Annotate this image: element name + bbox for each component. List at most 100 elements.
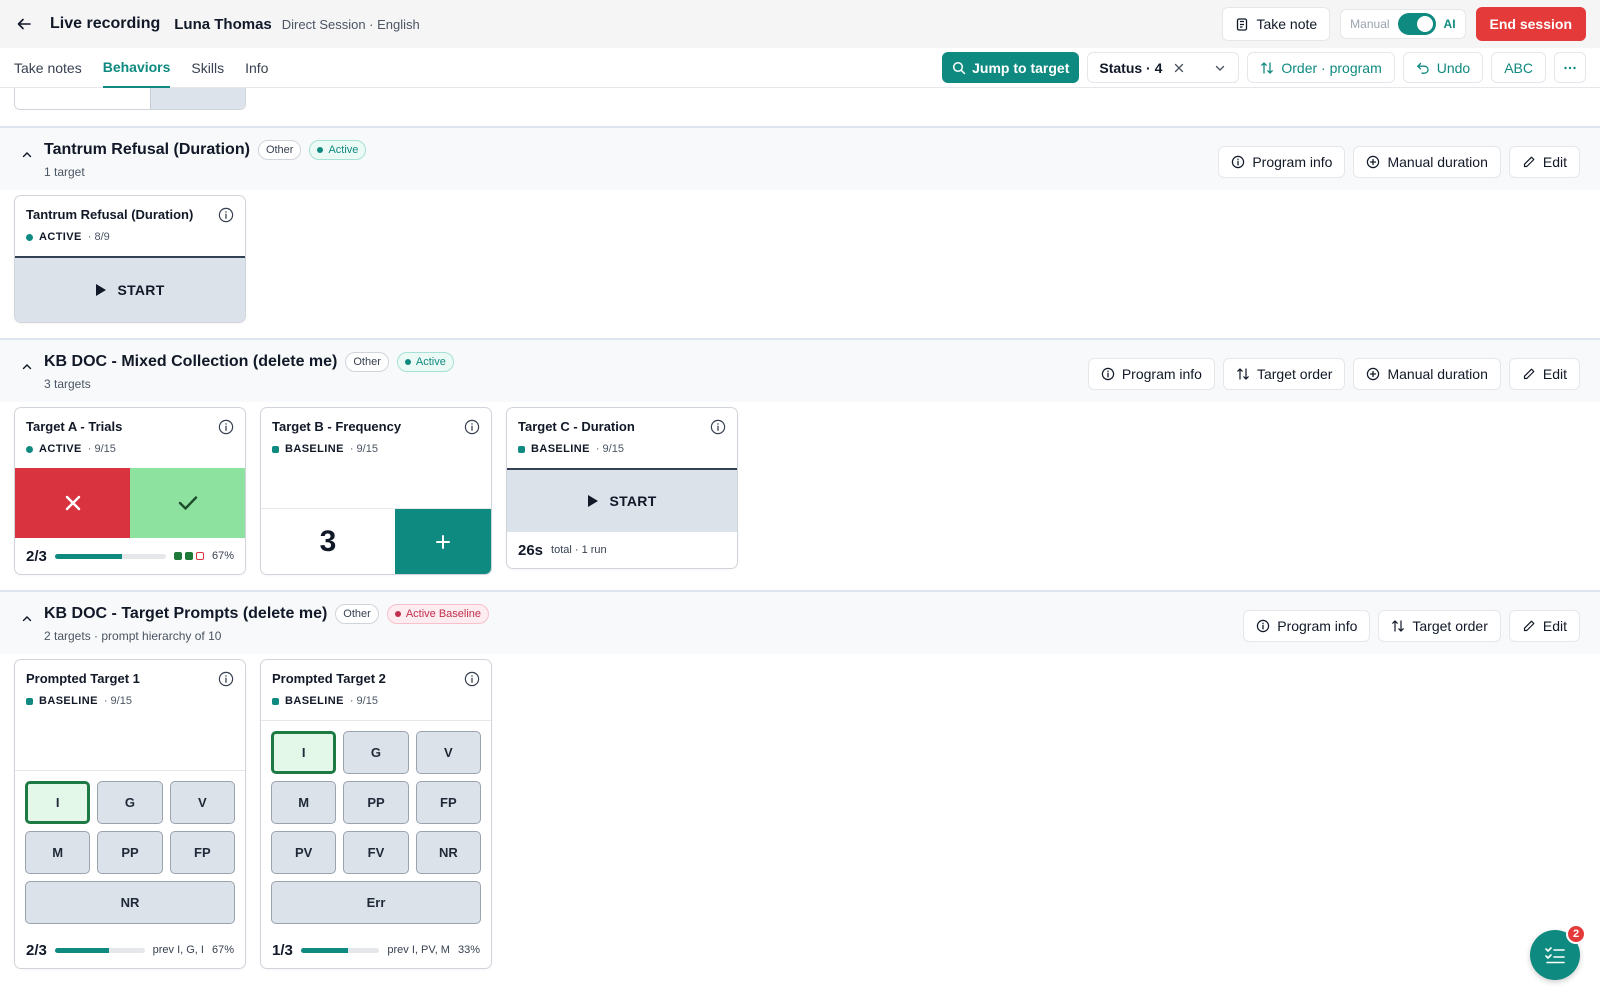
trial-percent: 67% <box>211 550 234 562</box>
info-icon <box>1257 619 1270 633</box>
prompt-button[interactable]: NR <box>415 831 481 874</box>
manual-duration-button[interactable]: Manual duration <box>1353 146 1501 178</box>
more-icon <box>1564 66 1576 69</box>
section-subtitle: 1 target <box>44 165 85 179</box>
progress-bar <box>54 947 145 953</box>
chevron-down-icon[interactable] <box>1213 61 1227 75</box>
target-order-button[interactable]: Target order <box>1222 358 1346 390</box>
prompt-button[interactable]: PP <box>97 831 163 874</box>
program-info-button[interactable]: Program info <box>1243 610 1371 642</box>
section-header: Tantrum Refusal (Duration) Other Active … <box>0 128 1600 190</box>
prompt-button[interactable]: V <box>169 781 235 824</box>
start-duration-button[interactable]: START <box>507 468 737 532</box>
tab-behaviors[interactable]: Behaviors <box>102 48 171 88</box>
sort-icon <box>1261 61 1274 74</box>
tab-skills[interactable]: Skills <box>191 48 224 88</box>
tab-info[interactable]: Info <box>245 48 268 88</box>
tab-take-notes[interactable]: Take notes <box>14 48 82 88</box>
info-icon[interactable] <box>710 419 726 435</box>
start-duration-button[interactable]: START <box>15 256 245 322</box>
order-button[interactable]: Order · program <box>1247 52 1395 83</box>
target-status: BASELINE <box>285 695 344 707</box>
end-session-button[interactable]: End session <box>1475 7 1586 41</box>
target-title: Target B - Frequency <box>272 419 402 434</box>
session-header: Live recording Luna Thomas Direct Sessio… <box>0 0 1600 48</box>
manual-duration-label: Manual duration <box>1387 366 1488 382</box>
prompt-button[interactable]: I <box>25 781 91 824</box>
prompt-button[interactable]: M <box>271 781 337 824</box>
plus-circle-icon <box>1367 155 1380 169</box>
clipboard-icon <box>1237 18 1248 31</box>
program-info-button[interactable]: Program info <box>1087 358 1215 390</box>
undo-button[interactable]: Undo <box>1402 52 1484 83</box>
program-info-button[interactable]: Program info <box>1218 146 1346 178</box>
behaviors-list: Tantrum Refusal (Duration) Other Active … <box>0 88 1600 1000</box>
prompt-button[interactable]: PP <box>343 781 409 824</box>
prompt-button[interactable]: G <box>97 781 163 824</box>
chevron-up-icon[interactable] <box>22 362 32 372</box>
prompt-button[interactable]: FP <box>415 781 481 824</box>
close-icon[interactable] <box>1172 61 1186 75</box>
trial-score: 1/3 <box>272 941 293 959</box>
chevron-up-icon[interactable] <box>22 150 32 160</box>
target-status: ACTIVE <box>39 231 82 243</box>
edit-button[interactable]: Edit <box>1508 610 1580 642</box>
manual-duration-button[interactable]: Manual duration <box>1353 358 1501 390</box>
chevron-up-icon[interactable] <box>22 614 32 624</box>
target-card: Prompted Target 2 BASELINE · 9/15 I G V … <box>260 659 492 969</box>
take-note-button[interactable]: Take note <box>1222 7 1331 41</box>
prompt-button[interactable]: I <box>271 731 337 774</box>
prompt-button[interactable]: FV <box>343 831 409 874</box>
program-info-label: Program info <box>1121 366 1202 382</box>
status-filter-select[interactable]: Status · 4 <box>1087 52 1240 83</box>
info-icon[interactable] <box>218 419 234 435</box>
checklist-fab-button[interactable]: 2 <box>1530 924 1586 980</box>
manual-ai-toggle[interactable]: Manual AI <box>1340 9 1466 39</box>
program-section: KB DOC - Mixed Collection (delete me) Ot… <box>0 338 1600 575</box>
duration-total: 26s <box>518 541 544 559</box>
prompt-button[interactable]: PV <box>271 831 337 874</box>
target-card: Tantrum Refusal (Duration) ACTIVE · 8/9 … <box>14 195 246 323</box>
toggle-switch[interactable] <box>1397 13 1436 35</box>
incorrect-button[interactable] <box>15 468 130 538</box>
back-button[interactable] <box>14 14 34 34</box>
tab-bar: Take notes Behaviors Skills Info Jump to… <box>0 48 1600 88</box>
target-title: Target A - Trials <box>26 419 123 434</box>
program-info-label: Program info <box>1252 154 1333 170</box>
more-button[interactable] <box>1554 52 1586 83</box>
increment-button[interactable] <box>395 509 491 574</box>
jump-label: Jump to target <box>972 59 1070 76</box>
start-label: START <box>609 493 657 509</box>
arrow-left-icon <box>17 18 31 30</box>
target-title: Target C - Duration <box>518 419 635 434</box>
target-fraction: · 9/15 <box>87 443 116 455</box>
start-label: START <box>117 282 165 298</box>
prompt-button[interactable]: Err <box>271 881 481 924</box>
prompt-button[interactable]: NR <box>25 881 235 924</box>
sort-icon <box>1392 620 1405 632</box>
target-card: Target B - Frequency BASELINE · 9/15 3 <box>260 407 492 575</box>
prompt-button[interactable]: M <box>25 831 91 874</box>
toggle-on-label: AI <box>1443 17 1456 31</box>
status-badge: Active <box>396 352 454 372</box>
page-title: Live recording <box>50 15 161 32</box>
trial-percent: 33% <box>457 944 480 956</box>
info-icon[interactable] <box>464 671 480 687</box>
edit-button[interactable]: Edit <box>1508 358 1580 390</box>
pencil-icon <box>1523 368 1535 380</box>
program-section: Tantrum Refusal (Duration) Other Active … <box>0 126 1600 323</box>
section-header: KB DOC - Target Prompts (delete me) Othe… <box>0 592 1600 654</box>
correct-button[interactable] <box>130 468 245 538</box>
prompt-button[interactable]: V <box>415 731 481 774</box>
trial-percent: 67% <box>211 944 234 956</box>
prompt-button[interactable]: G <box>343 731 409 774</box>
prompt-button[interactable]: FP <box>169 831 235 874</box>
abc-button[interactable]: ABC <box>1491 52 1546 83</box>
target-fraction: · 9/15 <box>349 443 378 455</box>
info-icon[interactable] <box>218 671 234 687</box>
info-icon[interactable] <box>464 419 480 435</box>
edit-button[interactable]: Edit <box>1508 146 1580 178</box>
info-icon[interactable] <box>218 207 234 223</box>
target-order-button[interactable]: Target order <box>1378 610 1501 642</box>
jump-to-target-button[interactable]: Jump to target <box>942 52 1080 83</box>
